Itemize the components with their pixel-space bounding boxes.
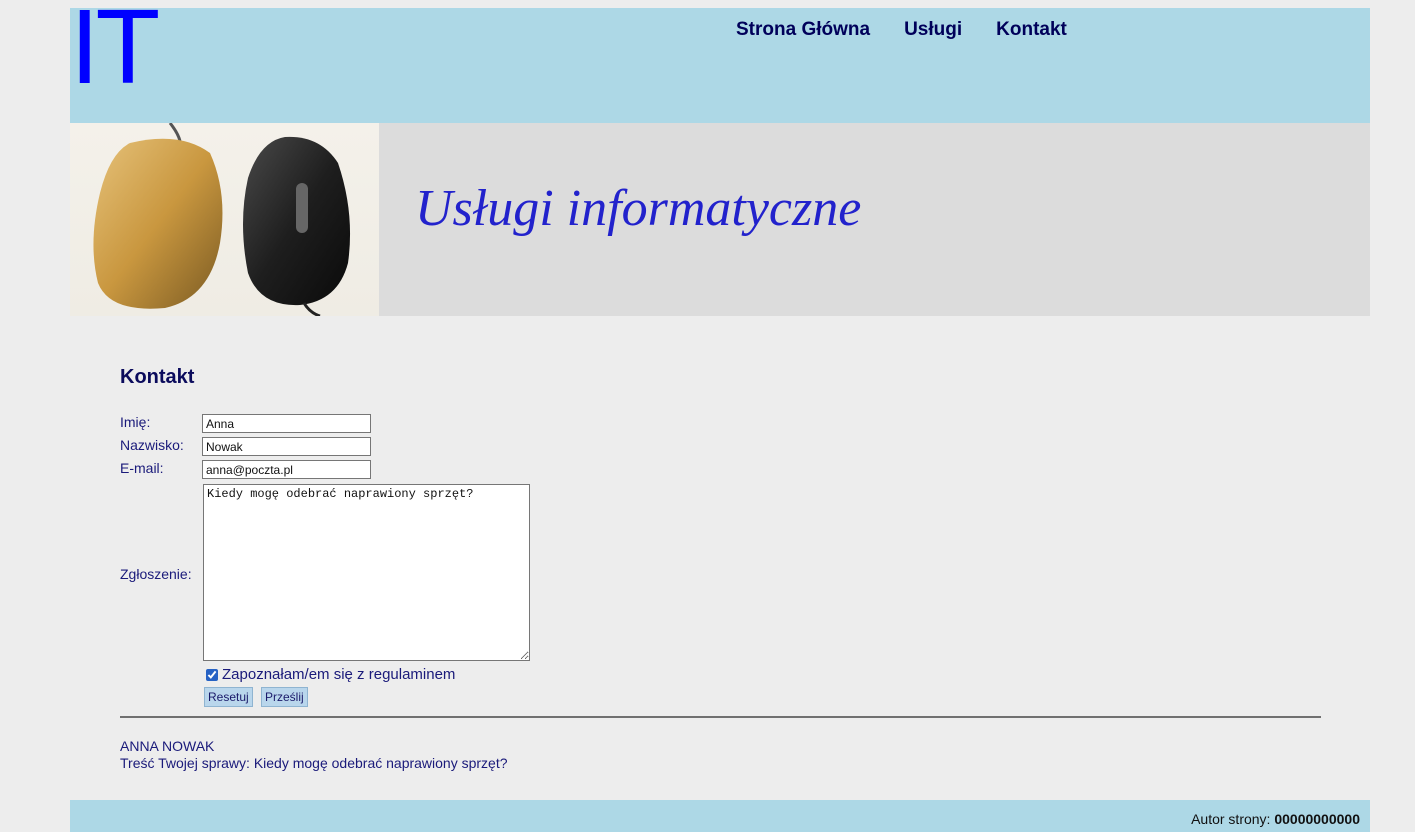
footer: Autor strony: 00000000000 (70, 800, 1370, 832)
message-label: Zgłoszenie: (120, 566, 192, 582)
nav-services[interactable]: Usługi (904, 19, 962, 41)
page-title: Kontakt (120, 366, 195, 388)
divider (120, 716, 1321, 718)
nav-contact[interactable]: Kontakt (996, 19, 1067, 41)
nav-home[interactable]: Strona Główna (736, 19, 870, 41)
terms-checkbox[interactable] (206, 668, 218, 681)
result-section: ANNA NOWAK Treść Twojej sprawy: Kiedy mo… (120, 738, 508, 772)
footer-author: Autor strony: 00000000000 (1191, 811, 1360, 827)
email-input[interactable] (202, 460, 371, 479)
header: IT Strona Główna Usługi Kontakt (70, 0, 1370, 123)
reset-button[interactable]: Resetuj (204, 687, 253, 707)
author-label: Autor strony: (1191, 811, 1271, 827)
last-name-input[interactable] (202, 437, 371, 456)
result-message: Treść Twojej sprawy: Kiedy mogę odebrać … (120, 755, 508, 771)
author-id: 00000000000 (1274, 811, 1360, 827)
computer-mice-photo (70, 123, 379, 316)
banner: Usługi informatyczne (70, 123, 1370, 316)
submit-button[interactable]: Prześlij (261, 687, 308, 707)
message-textarea[interactable]: Kiedy mogę odebrać naprawiony sprzęt? (203, 484, 530, 661)
terms-checkbox-row[interactable]: Zapoznałam/em się z regulaminem (206, 666, 455, 683)
first-name-input[interactable] (202, 414, 371, 433)
last-name-label: Nazwisko: (120, 437, 184, 453)
main-nav: Strona Główna Usługi Kontakt (736, 19, 1067, 41)
mice-illustration (93, 123, 351, 316)
terms-checkbox-label: Zapoznałam/em się z regulaminem (222, 666, 456, 683)
logo: IT (70, 0, 160, 106)
first-name-label: Imię: (120, 414, 151, 430)
banner-title: Usługi informatyczne (415, 180, 862, 237)
email-label: E-mail: (120, 460, 164, 476)
result-name: ANNA NOWAK (120, 738, 215, 754)
